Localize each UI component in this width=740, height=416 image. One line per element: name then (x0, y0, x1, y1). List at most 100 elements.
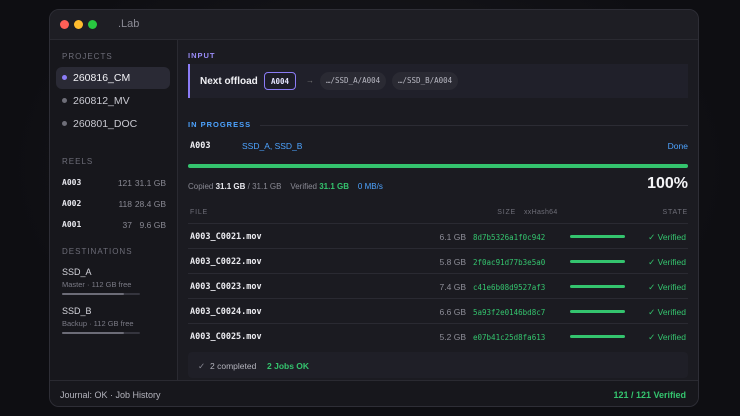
table-row[interactable]: A003_C0021.mov 6.1 GB 8d7b5326a1f0c942 ✓ Ve… (188, 223, 688, 248)
reel-name: A003 (62, 178, 82, 187)
project-name: 260812_MV (73, 95, 130, 107)
file-name: A003_C0022.mov (190, 257, 262, 267)
summary-bar: ✓ 2 completed 2 Jobs OK (188, 352, 688, 378)
file-progress-bar (570, 260, 625, 263)
destination-name: SSD_B (62, 306, 92, 316)
file-size: 6.1 GB (439, 232, 466, 242)
dest-path-chip-b[interactable]: …/SSD_B/A004 (392, 72, 459, 90)
next-offload-panel: Next offload A004 → …/SSD_A/A004 …/SSD_B… (188, 64, 688, 98)
status-footer: Journal: OK · Job History 121 / 121 Veri… (50, 380, 698, 406)
destination-name: SSD_A (62, 267, 92, 277)
reel-size: 28.4 GB (134, 199, 166, 209)
job-stats: Copied 31.1 GB / 31.1 GB Verified 31.1 G… (188, 182, 383, 191)
column-header-size[interactable]: SIZE (454, 209, 516, 216)
next-offload-label: Next offload (200, 76, 258, 87)
sidebar-project-260816-cm[interactable]: 260816_CM (56, 67, 170, 89)
progress-percent: 100% (647, 175, 688, 192)
file-progress-bar (570, 285, 625, 288)
background: .Lab PROJECTS 260816_CM 260812_MV 260801… (0, 0, 740, 416)
copied-label: Copied (188, 182, 214, 191)
file-size: 6.6 GB (439, 307, 466, 317)
sidebar-project-260812-mv[interactable]: 260812_MV (56, 90, 170, 112)
file-size: 5.2 GB (439, 332, 466, 342)
reels-heading: REELS (62, 157, 94, 166)
job-progress-bar (188, 164, 688, 168)
destination-detail: Master · 112 GB free (62, 280, 132, 289)
zoom-window-button[interactable] (88, 20, 97, 29)
project-dot-icon (62, 75, 67, 80)
reel-size: 31.1 GB (134, 178, 166, 188)
copied-value: 31.1 GB (215, 182, 246, 191)
project-dot-icon (62, 98, 67, 103)
file-name: A003_C0021.mov (190, 232, 262, 242)
job-destinations[interactable]: SSD_A, SSD_B (242, 141, 302, 151)
app-window: .Lab PROJECTS 260816_CM 260812_MV 260801… (49, 9, 699, 407)
transfer-speed: 0 MB/s (357, 182, 383, 191)
file-name: A003_C0024.mov (190, 307, 262, 317)
destination-ssd-a[interactable]: SSD_A Master · 112 GB free (62, 267, 168, 295)
check-icon: ✓ (198, 361, 206, 371)
minimize-window-button[interactable] (74, 20, 83, 29)
verified-value: 31.1 GB (319, 182, 350, 191)
reel-count: 118 (118, 199, 132, 209)
file-state: ✓ Verified (648, 257, 686, 267)
file-hash: 8d7b5326a1f0c942 (473, 233, 546, 242)
sidebar-project-260801-doc[interactable]: 260801_DOC (56, 113, 170, 135)
file-progress-bar (570, 335, 625, 338)
reel-size: 9.6 GB (139, 220, 166, 230)
file-size: 5.8 GB (439, 257, 466, 267)
titlebar: .Lab (50, 10, 698, 40)
file-progress-bar (570, 310, 625, 313)
project-name: 260816_CM (73, 72, 131, 84)
completed-count: 2 completed (210, 361, 257, 371)
input-heading: INPUT (188, 51, 216, 60)
projects-heading: PROJECTS (62, 52, 113, 61)
copied-total: / 31.1 GB (247, 182, 282, 191)
dest-path-chip-a[interactable]: …/SSD_A/A004 (320, 72, 387, 90)
column-header-file[interactable]: FILE (190, 209, 208, 216)
reel-count: 37 (122, 220, 132, 230)
file-state: ✓ Verified (648, 282, 686, 292)
file-progress-bar (570, 235, 625, 238)
arrow-right-icon: → (306, 76, 314, 85)
destination-ssd-b[interactable]: SSD_B Backup · 112 GB free (62, 306, 168, 334)
table-row[interactable]: A003_C0023.mov 7.4 GB c41e6b08d9527af3 ✓ Ve… (188, 273, 688, 298)
next-reel-chip[interactable]: A004 (264, 72, 297, 90)
job-reel: A003 (190, 141, 211, 151)
verified-label: Verified (290, 182, 317, 191)
jobs-ok[interactable]: 2 Jobs OK (267, 361, 309, 371)
file-hash: e07b41c25d8fa613 (473, 333, 546, 342)
project-name: 260801_DOC (73, 118, 138, 130)
destinations-heading: DESTINATIONS (62, 247, 133, 256)
job-status: Done (667, 141, 688, 151)
table-row[interactable]: A003_C0025.mov 5.2 GB e07b41c25d8fa613 ✓ Ve… (188, 323, 688, 348)
file-size: 7.4 GB (439, 282, 466, 292)
file-hash: c41e6b08d9527af3 (473, 283, 546, 292)
journal-status[interactable]: Journal: OK · Job History (60, 390, 161, 400)
reel-name: A001 (62, 220, 82, 229)
file-name: A003_C0025.mov (190, 332, 262, 342)
divider (260, 125, 688, 126)
reel-name: A002 (62, 199, 82, 208)
project-dot-icon (62, 121, 67, 126)
file-hash: 5a93f2e0146bd8c7 (473, 308, 546, 317)
destination-detail: Backup · 112 GB free (62, 319, 134, 328)
sidebar: PROJECTS 260816_CM 260812_MV 260801_DOC … (50, 40, 178, 380)
table-row[interactable]: A003_C0024.mov 6.6 GB 5a93f2e0146bd8c7 ✓ Ve… (188, 298, 688, 323)
reel-count: 121 (117, 178, 132, 188)
file-state: ✓ Verified (648, 232, 686, 242)
table-row[interactable]: A003_C0022.mov 5.8 GB 2f0ac91d77b3e5a0 ✓ Ve… (188, 248, 688, 273)
file-state: ✓ Verified (648, 307, 686, 317)
window-title: .Lab (118, 18, 140, 30)
verified-total: 121 / 121 Verified (613, 390, 686, 400)
column-header-state[interactable]: STATE (662, 209, 688, 216)
file-hash: 2f0ac91d77b3e5a0 (473, 258, 546, 267)
file-state: ✓ Verified (648, 332, 686, 342)
in-progress-heading: IN PROGRESS (188, 120, 252, 129)
main-panel: INPUT Next offload A004 → …/SSD_A/A004 …… (178, 40, 698, 380)
destination-usage-bar (62, 332, 140, 334)
column-header-hash[interactable]: xxHash64 (524, 209, 558, 216)
destination-usage-bar (62, 293, 140, 295)
close-window-button[interactable] (60, 20, 69, 29)
file-name: A003_C0023.mov (190, 282, 262, 292)
